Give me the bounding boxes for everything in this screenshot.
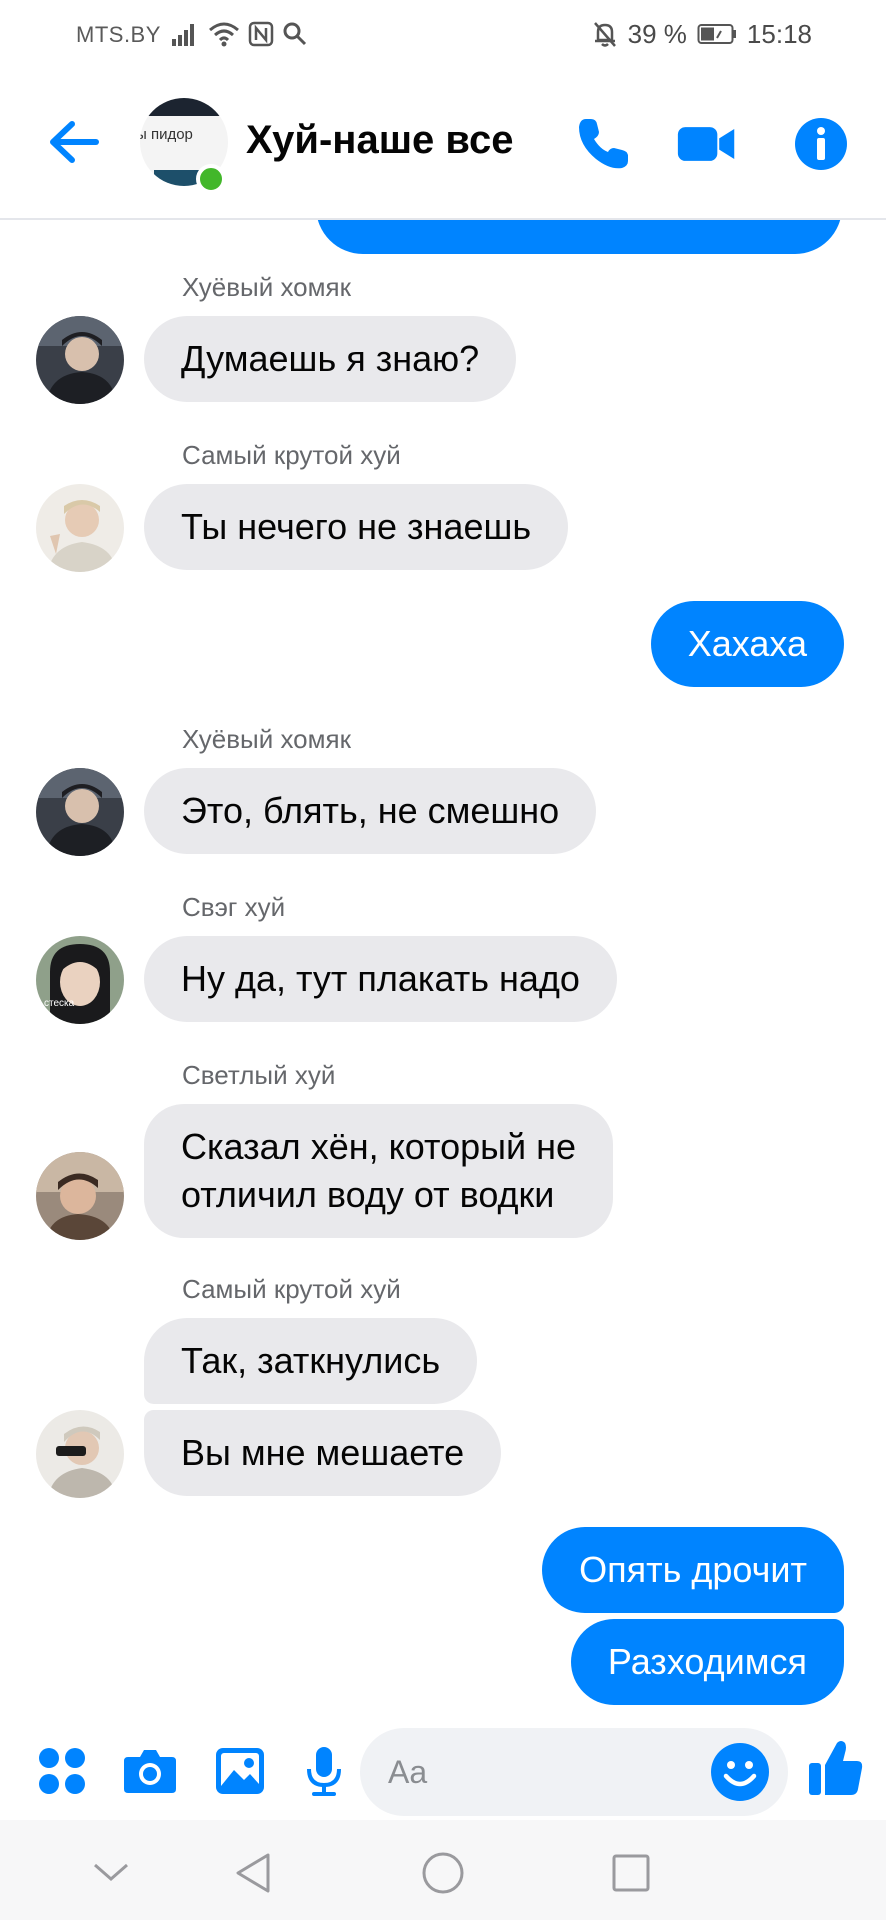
more-actions-button[interactable] <box>32 1742 92 1800</box>
camera-icon <box>124 1750 176 1793</box>
sender-name: Самый крутой хуй <box>182 440 401 470</box>
phone-icon <box>579 119 628 169</box>
online-indicator <box>196 164 226 194</box>
system-nav-bar <box>0 1820 886 1920</box>
mute-bell-icon <box>593 22 616 47</box>
battery-icon <box>697 24 736 44</box>
battery-percent: 39 % <box>627 18 687 49</box>
message-bubble[interactable]: Это, блять, не смешно <box>144 768 597 854</box>
sender-name: Хуёвый хомяк <box>182 272 351 302</box>
nav-collapse-button[interactable] <box>86 1848 136 1898</box>
square-recents-icon <box>612 1854 650 1892</box>
circle-home-icon <box>422 1852 464 1894</box>
avatar[interactable] <box>36 1152 124 1240</box>
camera-button[interactable] <box>120 1742 180 1800</box>
info-button[interactable] <box>790 114 852 174</box>
outgoing-message-bubble[interactable]: Разходимся <box>570 1619 844 1705</box>
carrier-label: MTS.BY <box>76 22 161 47</box>
chat-header: ы пидор Хуй-наше все <box>0 72 886 220</box>
video-call-button[interactable] <box>676 114 738 174</box>
grid-dots-icon <box>39 1748 85 1794</box>
avatar-caption: ы пидор <box>140 126 193 143</box>
gallery-button[interactable] <box>210 1742 270 1800</box>
message-bubble[interactable]: Так, заткнулись <box>144 1318 478 1404</box>
message-bubble[interactable]: Сказал хён, который не отличил воду от в… <box>144 1104 613 1238</box>
microphone-icon <box>307 1747 341 1796</box>
message-input-placeholder: Aa <box>388 1754 428 1790</box>
info-icon <box>795 118 847 170</box>
status-right: 39 % 15:18 <box>592 18 812 50</box>
message-bubble[interactable]: Ну да, тут плакать надо <box>144 936 617 1022</box>
nav-back-button[interactable] <box>228 1848 278 1898</box>
avatar[interactable]: стеска <box>36 936 124 1024</box>
message-composer: Aa <box>0 1720 886 1820</box>
arrow-left-icon <box>50 121 99 163</box>
smiley-icon <box>711 1743 769 1801</box>
voice-message-button[interactable] <box>294 1742 354 1800</box>
like-button[interactable] <box>806 1738 866 1796</box>
sender-name: Самый крутой хуй <box>182 1274 401 1304</box>
avatar[interactable] <box>36 316 124 404</box>
message-bubble[interactable]: Ты нечего не знаешь <box>144 484 569 570</box>
sender-name: Хуёвый хомяк <box>182 724 351 754</box>
avatar[interactable] <box>36 1410 124 1498</box>
message-input[interactable]: Aa <box>360 1728 788 1816</box>
outgoing-message-bubble[interactable]: Опять дрочит <box>542 1527 844 1613</box>
message-line: отличил воду от водки <box>181 1174 555 1215</box>
message-bubble[interactable]: Вы мне мешаете <box>144 1410 502 1496</box>
sender-name: Свэг хуй <box>182 892 286 922</box>
nav-recents-button[interactable] <box>606 1848 656 1898</box>
back-button[interactable] <box>44 116 104 168</box>
status-bar: MTS.BY 39 % 15:18 <box>0 0 886 72</box>
message-bubble[interactable]: Думаешь я знаю? <box>144 316 517 402</box>
triangle-back-icon <box>236 1853 270 1893</box>
avatar-caption: стеска <box>44 998 75 1009</box>
image-icon <box>216 1748 264 1794</box>
message-thread[interactable]: Хуёвый хомяк Думаешь я знаю? Самый круто… <box>0 220 886 1720</box>
signal-icon <box>172 24 194 46</box>
chevron-down-icon <box>94 1863 128 1881</box>
outgoing-message-bubble[interactable]: Хахаха <box>650 601 844 687</box>
message-line: Сказал хён, который не <box>181 1126 576 1167</box>
previous-message-bubble[interactable] <box>316 220 842 254</box>
thumbs-up-icon <box>809 1741 863 1795</box>
emoji-button[interactable] <box>710 1742 770 1802</box>
nav-home-button[interactable] <box>418 1848 468 1898</box>
video-camera-icon <box>677 127 735 161</box>
wifi-icon <box>209 22 239 47</box>
sender-name: Светлый хуй <box>182 1060 336 1090</box>
status-icons <box>170 18 308 50</box>
nfc-icon <box>248 21 274 47</box>
avatar[interactable] <box>36 484 124 572</box>
clock: 15:18 <box>746 18 812 49</box>
audio-call-button[interactable] <box>572 114 634 174</box>
search-icon <box>283 22 307 46</box>
avatar[interactable] <box>36 768 124 856</box>
chat-title[interactable]: Хуй-наше все <box>246 118 514 163</box>
